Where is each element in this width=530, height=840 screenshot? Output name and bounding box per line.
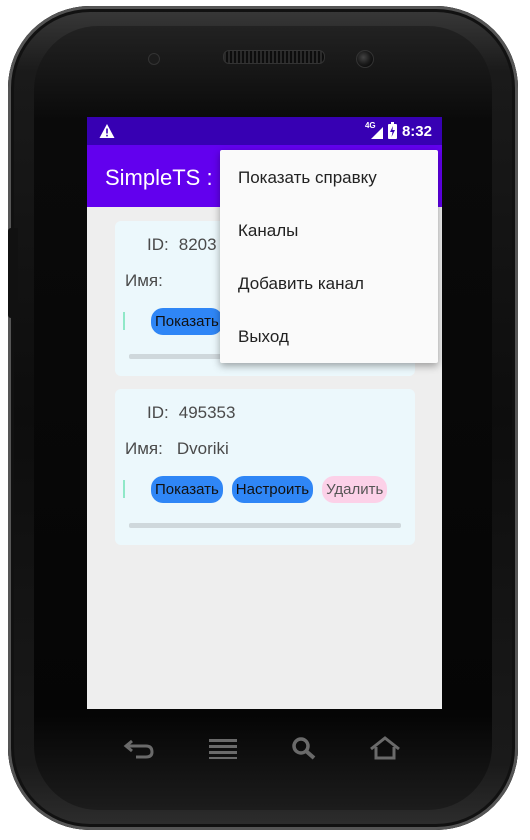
show-button[interactable]: Показать [151,307,223,335]
warning-icon [99,124,115,138]
show-button[interactable]: Показать [151,475,223,503]
proximity-sensor [148,53,160,65]
status-bar: 4G 8:32 [87,117,442,145]
search-icon[interactable] [288,735,322,761]
card-actions: Показать [123,307,232,335]
card-actions: Показать Настроить Удалить [123,475,396,503]
channel-id-row: ID: 495353 [147,403,235,423]
id-label: ID: [147,403,169,422]
channel-name-row: Имя: Dvoriki [125,439,229,459]
name-label: Имя: [125,439,163,458]
home-icon[interactable] [368,735,402,761]
volume-button [8,228,18,318]
signal-icon: 4G [365,121,383,139]
status-indicator [123,312,125,330]
id-value: 8203 [178,235,217,254]
clock: 8:32 [401,122,432,140]
menu-item-exit[interactable]: Выход [238,327,289,347]
id-value: 495353 [178,403,236,422]
name-value: Dvoriki [176,439,229,458]
back-icon[interactable] [122,735,156,761]
configure-button[interactable]: Настроить [231,475,314,503]
channel-name-row: Имя: [125,271,177,291]
earpiece-speaker [223,50,325,64]
device-screen: 4G 8:32 SimpleTS : I ID: 8203 Имя: Показа… [87,117,442,709]
status-right: 4G 8:32 [365,121,432,140]
progress-bar [129,523,401,528]
channel-id-row: ID: 8203 [147,235,217,255]
id-label: ID: [147,235,169,254]
menu-item-show-help[interactable]: Показать справку [238,168,377,188]
menu-item-add-channel[interactable]: Добавить канал [238,274,364,294]
menu-item-channels[interactable]: Каналы [238,221,298,241]
status-indicator [123,480,125,498]
battery-icon [387,121,397,139]
app-title: SimpleTS : I [105,165,225,190]
delete-button[interactable]: Удалить [322,475,388,503]
overflow-menu: Показать справку Каналы Добавить канал В… [220,150,438,363]
name-label: Имя: [125,271,163,290]
front-camera [356,50,374,68]
channel-card: ID: 495353 Имя: Dvoriki Показать Настроить… [115,389,415,545]
menu-icon[interactable] [206,735,240,761]
